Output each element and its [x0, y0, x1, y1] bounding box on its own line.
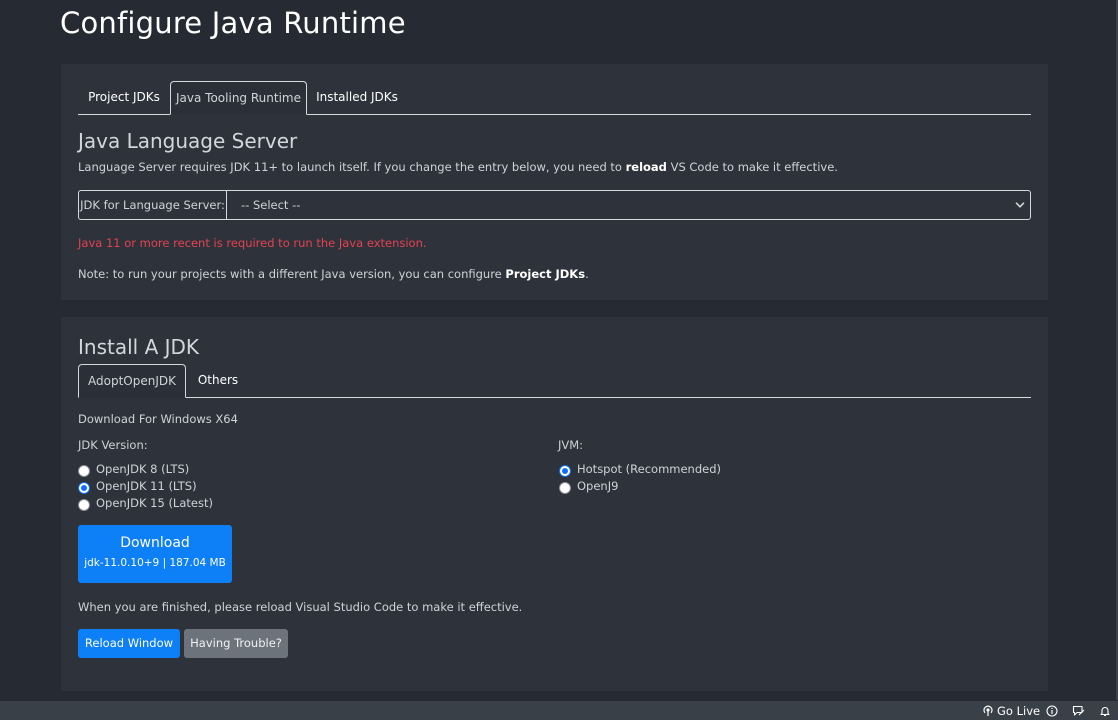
finish-note: When you are finished, please reload Vis…: [78, 600, 523, 614]
radio-label: Hotspot (Recommended): [577, 462, 722, 476]
download-button[interactable]: Download jdk-11.0.10+9 | 187.04 MB: [78, 525, 232, 583]
page-title: Configure Java Runtime: [60, 6, 406, 40]
broadcast-icon: [983, 705, 993, 716]
radio-button-checked[interactable]: [559, 465, 571, 477]
language-server-description: Language Server requires JDK 11+ to laun…: [78, 160, 838, 174]
download-button-label: Download: [120, 535, 190, 551]
section-heading: Java Language Server: [78, 129, 298, 153]
install-heading: Install A JDK: [78, 335, 200, 359]
notifications-button[interactable]: [1099, 703, 1111, 719]
radio-label: OpenJ9: [577, 479, 619, 493]
project-jdks-link[interactable]: Project JDKs: [505, 267, 585, 281]
jvm-label: JVM:: [558, 438, 584, 452]
download-button-detail: jdk-11.0.10+9 | 187.04 MB: [84, 557, 226, 569]
error-message: Java 11 or more recent is required to ru…: [78, 236, 427, 250]
feedback-icon: [1072, 705, 1085, 716]
description-bold: reload: [625, 160, 667, 174]
radio-label: OpenJDK 8 (LTS): [96, 462, 190, 476]
radio-label: OpenJDK 15 (Latest): [96, 496, 213, 510]
radio-button[interactable]: [78, 499, 90, 511]
having-trouble-button[interactable]: Having Trouble?: [184, 629, 288, 658]
install-panel: Install A JDK AdoptOpenJDK Others Downlo…: [61, 317, 1048, 691]
runtime-panel: Project JDKs Java Tooling Runtime Instal…: [61, 64, 1048, 300]
info-icon: [1046, 705, 1058, 717]
info-button[interactable]: [1046, 703, 1058, 719]
tab-project-jdks[interactable]: Project JDKs: [78, 81, 170, 114]
jdk-select-group: JDK for Language Server: -- Select --: [78, 190, 1031, 220]
tab-adoptopenjdk[interactable]: AdoptOpenJDK: [78, 364, 186, 398]
radio-label: OpenJDK 11 (LTS): [96, 479, 197, 493]
description-text-end: VS Code to make it effective.: [666, 160, 838, 174]
jdk-select-value: -- Select --: [241, 198, 301, 212]
download-platform: Download For Windows X64: [78, 412, 238, 426]
install-tabs: AdoptOpenJDK Others: [78, 364, 1031, 398]
radio-button[interactable]: [559, 482, 571, 494]
tab-others[interactable]: Others: [186, 364, 250, 397]
tab-installed-jdks[interactable]: Installed JDKs: [307, 81, 407, 114]
jdk-select[interactable]: -- Select --: [227, 191, 1030, 219]
note-text-start: Note: to run your projects with a differ…: [78, 267, 506, 281]
description-text: Language Server requires JDK 11+ to laun…: [78, 160, 626, 174]
tab-java-tooling-runtime[interactable]: Java Tooling Runtime: [170, 81, 307, 115]
radio-button-checked[interactable]: [78, 482, 90, 494]
feedback-button[interactable]: [1072, 703, 1085, 719]
jdk-version-label: JDK Version:: [78, 438, 148, 452]
bell-icon: [1100, 707, 1110, 717]
reload-window-button[interactable]: Reload Window: [78, 629, 180, 658]
radio-button[interactable]: [78, 465, 90, 477]
note-text: Note: to run your projects with a differ…: [78, 267, 589, 281]
jdk-select-label: JDK for Language Server:: [79, 191, 227, 219]
runtime-tabs: Project JDKs Java Tooling Runtime Instal…: [78, 81, 1031, 115]
status-bar: Go Live: [0, 701, 1118, 720]
chevron-down-icon: [1015, 202, 1025, 208]
note-text-end: .: [585, 267, 589, 281]
go-live-label: Go Live: [997, 704, 1041, 718]
go-live-button[interactable]: Go Live: [982, 703, 1040, 719]
